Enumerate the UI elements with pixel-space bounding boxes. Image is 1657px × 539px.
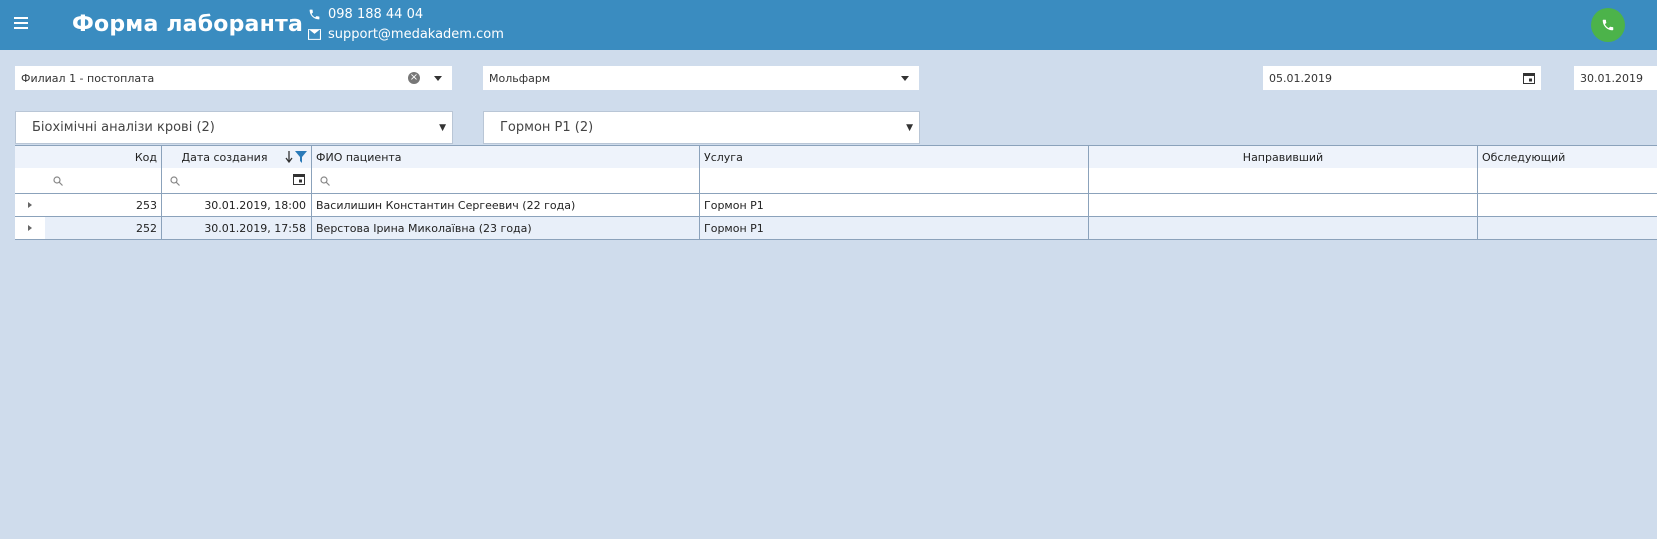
search-icon <box>170 176 180 186</box>
cell-patient: Василишин Константин Сергеевич (22 года) <box>312 194 700 216</box>
chevron-down-icon[interactable]: ▼ <box>439 123 446 133</box>
table-row[interactable]: 253 30.01.2019, 18:00 Василишин Констант… <box>15 194 1657 217</box>
table-row[interactable]: 252 30.01.2019, 17:58 Верстова Ірина Мик… <box>15 217 1657 240</box>
menu-icon[interactable] <box>14 17 28 31</box>
cell-date: 30.01.2019, 18:00 <box>162 194 312 216</box>
filter-cell-expand <box>15 168 45 193</box>
company-select[interactable]: Мольфарм <box>483 66 919 90</box>
column-header-service[interactable]: Услуга <box>700 146 1089 168</box>
date-to-value: 30.01.2019 <box>1580 71 1643 85</box>
clear-icon[interactable]: × <box>408 72 420 84</box>
email-contact: support@medakadem.com <box>308 27 504 42</box>
chevron-down-icon[interactable]: ▼ <box>906 123 913 133</box>
column-header-patient[interactable]: ФИО пациента <box>312 146 700 168</box>
filter-icon[interactable] <box>295 151 307 163</box>
search-icon <box>53 176 63 186</box>
cell-service: Гормон P1 <box>700 217 1089 239</box>
cell-service: Гормон P1 <box>700 194 1089 216</box>
cell-date: 30.01.2019, 17:58 <box>162 217 312 239</box>
column-header-date-label: Дата создания <box>181 150 268 164</box>
sort-down-icon[interactable] <box>285 151 293 163</box>
expand-row-toggle[interactable] <box>15 194 45 216</box>
service-value: Гормон P1 (2) <box>500 120 594 135</box>
expand-column-header <box>15 146 45 168</box>
phone-icon <box>309 9 320 20</box>
cell-referrer <box>1089 217 1478 239</box>
analysis-group-value: Біохімічні аналізи крові (2) <box>32 120 215 135</box>
cell-patient: Верстова Ірина Миколаївна (23 года) <box>312 217 700 239</box>
expand-row-toggle[interactable] <box>15 217 45 239</box>
filter-cell-code[interactable] <box>45 168 162 193</box>
filter-cell-patient[interactable] <box>312 168 700 193</box>
chevron-down-icon[interactable] <box>434 75 442 81</box>
cell-referrer <box>1089 194 1478 216</box>
cell-examiner <box>1478 217 1657 239</box>
grid-filter-row <box>15 168 1657 194</box>
filter-cell-service[interactable] <box>700 168 1089 193</box>
phone-number: 098 188 44 04 <box>328 7 424 22</box>
chevron-down-icon[interactable] <box>901 75 909 81</box>
app-header: Форма лаборанта 098 188 44 04 support@me… <box>0 0 1657 50</box>
analysis-group-select[interactable]: Біохімічні аналізи крові (2) ▼ <box>15 111 453 144</box>
filter-cell-date[interactable] <box>162 168 312 193</box>
service-select[interactable]: Гормон P1 (2) ▼ <box>483 111 920 144</box>
page-title: Форма лаборанта <box>72 12 303 37</box>
results-grid: Код Дата создания ФИО пациента Услуга На… <box>15 145 1657 240</box>
column-header-referrer[interactable]: Направивший <box>1089 146 1478 168</box>
caret-right-icon[interactable] <box>28 225 32 231</box>
phone-contact: 098 188 44 04 <box>308 7 423 22</box>
column-header-code[interactable]: Код <box>45 146 162 168</box>
grid-header-row: Код Дата создания ФИО пациента Услуга На… <box>15 146 1657 168</box>
cell-code: 253 <box>45 194 162 216</box>
cell-code: 252 <box>45 217 162 239</box>
date-from-input[interactable]: 05.01.2019 <box>1263 66 1541 90</box>
branch-value: Филиал 1 - постоплата <box>21 71 155 85</box>
caret-right-icon[interactable] <box>28 202 32 208</box>
column-header-examiner[interactable]: Обследующий <box>1478 146 1657 168</box>
support-email[interactable]: support@medakadem.com <box>328 27 504 42</box>
calendar-icon[interactable] <box>293 173 305 185</box>
date-from-value: 05.01.2019 <box>1269 71 1332 85</box>
filter-cell-referrer[interactable] <box>1089 168 1478 193</box>
filter-cell-examiner[interactable] <box>1478 168 1657 193</box>
company-value: Мольфарм <box>489 71 551 85</box>
phone-icon <box>1602 19 1614 31</box>
search-icon <box>320 176 330 186</box>
branch-select[interactable]: Филиал 1 - постоплата × <box>15 66 452 90</box>
calendar-icon[interactable] <box>1523 72 1535 84</box>
mail-icon <box>308 29 321 40</box>
column-header-date[interactable]: Дата создания <box>162 146 312 168</box>
call-button[interactable] <box>1591 8 1625 42</box>
date-to-input[interactable]: 30.01.2019 <box>1574 66 1657 90</box>
cell-examiner <box>1478 194 1657 216</box>
